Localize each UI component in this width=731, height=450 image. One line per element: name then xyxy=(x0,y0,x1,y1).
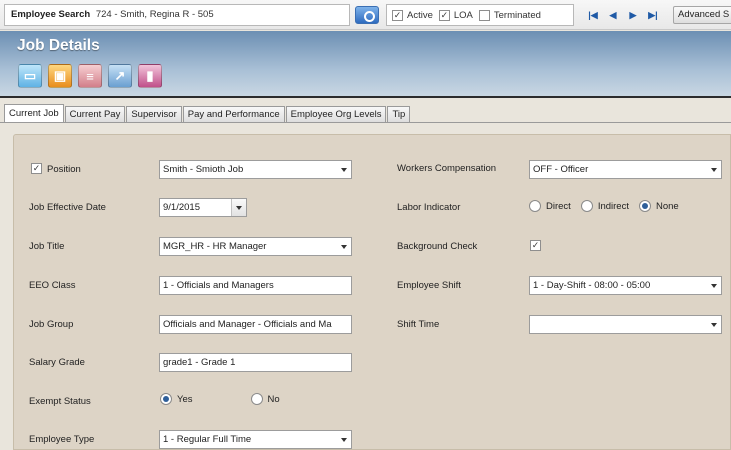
chevron-down-icon xyxy=(711,168,717,172)
position-label: Position xyxy=(47,164,81,175)
job-effective-date-label: Job Effective Date xyxy=(29,202,106,213)
record-navigation: |◀ ◀ ▶ ▶| xyxy=(585,8,661,22)
shift-time-label: Shift Time xyxy=(397,319,440,330)
employee-shift-dropdown[interactable]: 1 - Day-Shift - 08:00 - 05:00 xyxy=(529,276,722,295)
chevron-down-icon xyxy=(341,168,347,172)
tab-tip[interactable]: Tip xyxy=(387,106,411,123)
shift-time-dropdown[interactable] xyxy=(529,315,722,334)
filter-terminated[interactable]: Terminated xyxy=(478,9,541,21)
previous-record-icon[interactable]: ◀ xyxy=(605,8,621,22)
salary-grade-field[interactable]: grade1 - Grade 1 xyxy=(159,353,352,372)
chevron-down-icon xyxy=(341,245,347,249)
tab-divider xyxy=(0,122,731,123)
loa-checkbox[interactable]: ✓ xyxy=(438,9,450,21)
toolbar: ▭ ▣ ≡ ↗ ▮ xyxy=(18,64,162,88)
tab-bar: Current Job Current Pay Supervisor Pay a… xyxy=(4,104,411,123)
exempt-status-radio-group: Yes No xyxy=(160,393,290,405)
position-value: Smith - Smioth Job xyxy=(163,164,244,175)
print-icon[interactable]: ≡ xyxy=(78,64,102,88)
employee-search-field[interactable]: Employee Search 724 - Smith, Regina R - … xyxy=(4,4,350,26)
filter-active[interactable]: ✓ Active xyxy=(392,9,433,21)
chevron-down-icon xyxy=(711,323,717,327)
employee-type-label: Employee Type xyxy=(29,434,95,445)
next-record-icon[interactable]: ▶ xyxy=(625,8,641,22)
labor-indicator-radio-group: Direct Indirect None xyxy=(529,200,689,212)
labor-direct-option[interactable]: Direct xyxy=(529,200,571,212)
position-dropdown[interactable]: Smith - Smioth Job xyxy=(159,160,352,179)
exempt-no-option[interactable]: No xyxy=(250,393,280,405)
salary-grade-label: Salary Grade xyxy=(29,357,85,368)
background-check-label: Background Check xyxy=(397,241,478,252)
salary-grade-value: grade1 - Grade 1 xyxy=(163,357,236,368)
workers-compensation-value: OFF - Officer xyxy=(533,164,589,175)
labor-indirect-option[interactable]: Indirect xyxy=(580,200,629,212)
advanced-search-button[interactable]: Advanced S xyxy=(673,6,731,24)
tab-supervisor[interactable]: Supervisor xyxy=(126,106,182,123)
search-icon[interactable] xyxy=(355,6,379,24)
chevron-down-icon xyxy=(236,206,242,210)
tab-employee-org-levels[interactable]: Employee Org Levels xyxy=(285,106,387,123)
employee-search-label: Employee Search xyxy=(11,9,91,20)
job-title-label: Job Title xyxy=(29,241,65,252)
tab-pay-and-performance[interactable]: Pay and Performance xyxy=(182,106,285,123)
workers-compensation-label: Workers Compensation xyxy=(397,163,497,174)
employee-search-value: 724 - Smith, Regina R - 505 xyxy=(95,9,214,20)
job-group-field[interactable]: Officials and Manager - Officials and Ma xyxy=(159,315,352,334)
employee-type-value: 1 - Regular Full Time xyxy=(163,434,252,445)
background-check-checkbox[interactable]: ✓ xyxy=(530,240,541,251)
labor-none-option[interactable]: None xyxy=(638,200,679,212)
terminated-label: Terminated xyxy=(493,9,541,21)
chevron-down-icon xyxy=(711,284,717,288)
employee-shift-label: Employee Shift xyxy=(397,280,461,291)
job-effective-date-value: 9/1/2015 xyxy=(163,202,200,213)
job-group-value: Officials and Manager - Officials and Ma xyxy=(163,319,332,330)
eeo-class-field[interactable]: 1 - Officials and Managers xyxy=(159,276,352,295)
tab-current-pay[interactable]: Current Pay xyxy=(64,106,126,123)
new-document-icon[interactable]: ▭ xyxy=(18,64,42,88)
tab-current-job[interactable]: Current Job xyxy=(4,104,64,123)
position-checkbox[interactable]: ✓ xyxy=(31,163,42,174)
exempt-no-radio[interactable] xyxy=(250,393,263,405)
job-title-value: MGR_HR - HR Manager xyxy=(163,241,267,252)
job-title-dropdown[interactable]: MGR_HR - HR Manager xyxy=(159,237,352,256)
last-record-icon[interactable]: ▶| xyxy=(645,8,661,22)
labor-none-radio[interactable] xyxy=(638,200,651,212)
active-checkbox[interactable]: ✓ xyxy=(392,9,403,21)
exempt-yes-radio[interactable] xyxy=(160,393,172,405)
page-title: Job Details xyxy=(17,37,100,54)
exempt-yes-option[interactable]: Yes xyxy=(160,393,193,405)
filter-loa[interactable]: ✓ LOA xyxy=(438,9,473,21)
save-icon[interactable]: ▣ xyxy=(48,64,72,88)
exempt-status-label: Exempt Status xyxy=(29,396,91,407)
job-group-label: Job Group xyxy=(29,319,74,330)
chevron-down-icon xyxy=(341,438,347,442)
labor-indirect-label: Indirect xyxy=(597,200,629,212)
employee-shift-value: 1 - Day-Shift - 08:00 - 05:00 xyxy=(533,280,651,291)
labor-none-label: None xyxy=(655,200,679,212)
job-details-form: ✓ Position Smith - Smioth Job Job Effect… xyxy=(13,134,731,450)
first-record-icon[interactable]: |◀ xyxy=(585,8,601,22)
status-filters: ✓ Active ✓ LOA Terminated xyxy=(386,4,574,26)
employee-type-dropdown[interactable]: 1 - Regular Full Time xyxy=(159,430,352,449)
exempt-yes-label: Yes xyxy=(177,393,193,405)
labor-indirect-radio[interactable] xyxy=(580,200,593,212)
top-search-bar: Employee Search 724 - Smith, Regina R - … xyxy=(0,0,731,30)
active-label: Active xyxy=(407,9,433,21)
job-effective-date-field[interactable]: 9/1/2015 xyxy=(159,198,247,217)
eeo-class-label: EEO Class xyxy=(29,280,76,291)
labor-indicator-label: Labor Indicator xyxy=(397,202,461,213)
labor-direct-radio[interactable] xyxy=(529,200,541,212)
exit-icon[interactable]: ▮ xyxy=(138,64,162,88)
export-icon[interactable]: ↗ xyxy=(108,64,132,88)
eeo-class-value: 1 - Officials and Managers xyxy=(163,280,274,291)
workers-compensation-dropdown[interactable]: OFF - Officer xyxy=(529,160,722,179)
exempt-no-label: No xyxy=(267,393,280,405)
terminated-checkbox[interactable] xyxy=(478,9,490,21)
page-header: Job Details ▭ ▣ ≡ ↗ ▮ xyxy=(0,31,731,98)
date-picker-button[interactable] xyxy=(231,199,246,216)
labor-direct-label: Direct xyxy=(546,200,571,212)
loa-label: LOA xyxy=(453,9,473,21)
